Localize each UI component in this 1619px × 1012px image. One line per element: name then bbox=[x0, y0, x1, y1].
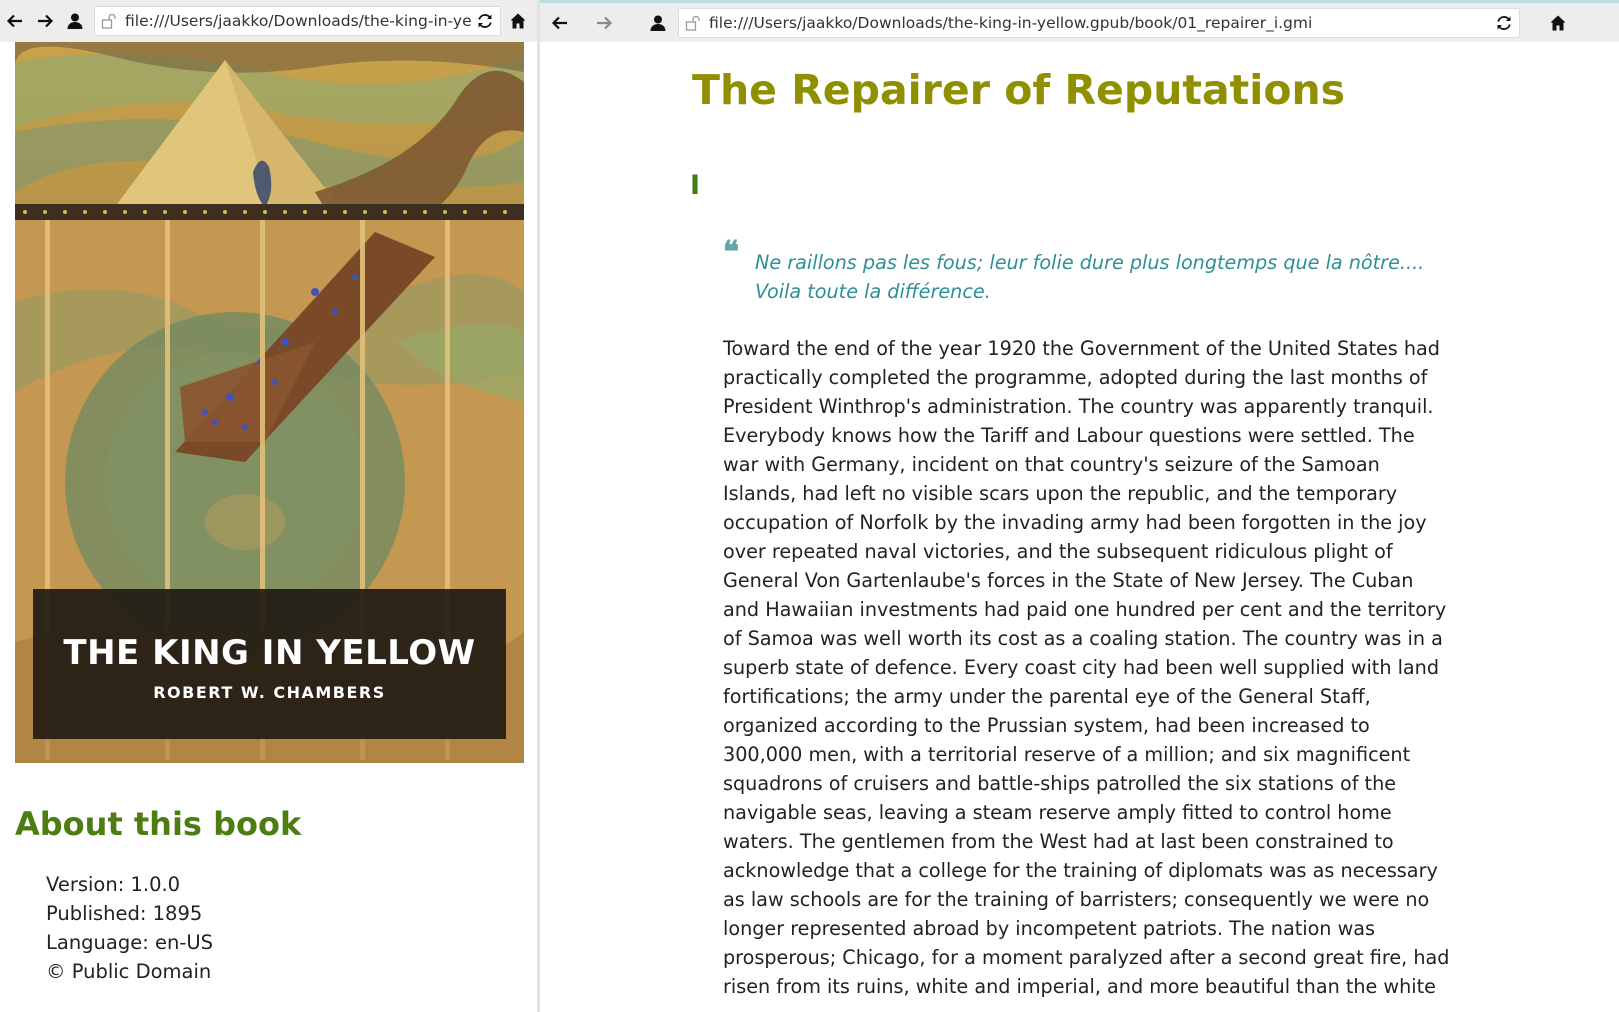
back-button[interactable] bbox=[546, 8, 574, 38]
body-line: 300,000 men, with a territorial reserve … bbox=[723, 743, 1411, 766]
forward-button[interactable] bbox=[30, 6, 60, 36]
metadata-version: Version: 1.0.0 bbox=[46, 873, 181, 896]
home-icon bbox=[1550, 15, 1566, 30]
cover-title-banner: THE KING IN YELLOW ROBERT W. CHAMBERS bbox=[33, 589, 506, 739]
forward-arrow-icon bbox=[597, 16, 613, 29]
lock-icon bbox=[685, 15, 700, 31]
identity-button[interactable] bbox=[644, 8, 672, 38]
body-line: over repeated naval victories, and the s… bbox=[723, 540, 1393, 563]
body-line: occupation of Norfolk by the invading ar… bbox=[723, 511, 1427, 534]
forward-button[interactable] bbox=[590, 8, 618, 38]
body-line: Toward the end of the year 1920 the Gove… bbox=[723, 337, 1440, 360]
identity-button[interactable] bbox=[60, 6, 90, 36]
back-arrow-icon bbox=[551, 16, 567, 29]
book-metadata-list: Version: 1.0.0 Published: 1895 Language:… bbox=[46, 870, 213, 986]
body-line: acknowledge that a college for the train… bbox=[723, 859, 1438, 882]
quote-mark-icon: ❝ bbox=[723, 235, 740, 270]
section-numeral: I bbox=[690, 170, 701, 201]
body-line: fortifications; the army under the paren… bbox=[723, 685, 1371, 708]
metadata-license: © Public Domain bbox=[46, 960, 212, 983]
left-pane: file:///Users/jaakko/Downloads/the-king-… bbox=[0, 0, 537, 1012]
body-line: risen from its ruins, white and imperial… bbox=[723, 975, 1436, 998]
url-bar[interactable]: file:///Users/jaakko/Downloads/the-king-… bbox=[94, 6, 501, 36]
reload-icon[interactable] bbox=[476, 12, 494, 30]
url-text: file:///Users/jaakko/Downloads/the-king-… bbox=[125, 12, 472, 30]
body-line: prosperous; Chicago, for a moment paraly… bbox=[723, 946, 1450, 969]
body-line: President Winthrop's administration. The… bbox=[723, 395, 1434, 418]
user-icon bbox=[67, 13, 83, 29]
right-toolbar: file:///Users/jaakko/Downloads/the-king-… bbox=[540, 3, 1619, 42]
book-cover: THE KING IN YELLOW ROBERT W. CHAMBERS bbox=[15, 42, 524, 763]
body-line: Islands, had left no visible scars upon … bbox=[723, 482, 1398, 505]
body-paragraph: Toward the end of the year 1920 the Gove… bbox=[723, 334, 1453, 1001]
right-pane: file:///Users/jaakko/Downloads/the-king-… bbox=[540, 0, 1619, 1012]
body-line: and Hawaiian investments had paid one hu… bbox=[723, 598, 1447, 621]
epigraph: Ne raillons pas les fous; leur folie dur… bbox=[755, 248, 1435, 306]
body-line: of Samoa was well worth its cost as a co… bbox=[723, 627, 1443, 650]
url-bar[interactable]: file:///Users/jaakko/Downloads/the-king-… bbox=[678, 7, 1520, 38]
cover-author: ROBERT W. CHAMBERS bbox=[153, 682, 386, 702]
body-line: longer represented abroad by incompetent… bbox=[723, 917, 1376, 940]
body-line: organized according to the Prussian syst… bbox=[723, 714, 1370, 737]
about-heading: About this book bbox=[15, 805, 302, 843]
forward-arrow-icon bbox=[38, 14, 54, 28]
body-line: war with Germany, incident on that count… bbox=[723, 453, 1380, 476]
body-line: superb state of defence. Every coast cit… bbox=[723, 656, 1440, 679]
epigraph-line: Voila toute la différence. bbox=[755, 280, 991, 303]
metadata-language: Language: en-US bbox=[46, 931, 214, 954]
back-button[interactable] bbox=[0, 6, 30, 36]
home-icon bbox=[510, 13, 526, 29]
epigraph-line: Ne raillons pas les fous; leur folie dur… bbox=[755, 251, 1425, 274]
body-line: practically completed the programme, ado… bbox=[723, 366, 1428, 389]
body-line: as law schools are for the training of b… bbox=[723, 888, 1430, 911]
body-line: General Von Gartenlaube's forces in the … bbox=[723, 569, 1414, 592]
lock-icon bbox=[101, 13, 116, 29]
left-toolbar: file:///Users/jaakko/Downloads/the-king-… bbox=[0, 0, 537, 42]
back-arrow-icon bbox=[6, 14, 22, 28]
chapter-title: The Repairer of Reputations bbox=[692, 66, 1346, 114]
url-text: file:///Users/jaakko/Downloads/the-king-… bbox=[709, 13, 1313, 32]
body-line: squadrons of cruisers and battle-ships p… bbox=[723, 772, 1397, 795]
body-line: waters. The gentlemen from the West had … bbox=[723, 830, 1394, 853]
active-pane-indicator bbox=[540, 0, 1619, 3]
body-line: Everybody knows how the Tariff and Labou… bbox=[723, 424, 1415, 447]
metadata-published: Published: 1895 bbox=[46, 902, 203, 925]
home-button[interactable] bbox=[503, 6, 533, 36]
reload-icon[interactable] bbox=[1495, 14, 1513, 32]
body-line: navigable seas, leaving a steam reserve … bbox=[723, 801, 1392, 824]
cover-title: THE KING IN YELLOW bbox=[63, 632, 476, 673]
user-icon bbox=[650, 15, 666, 31]
home-button[interactable] bbox=[1544, 8, 1572, 38]
